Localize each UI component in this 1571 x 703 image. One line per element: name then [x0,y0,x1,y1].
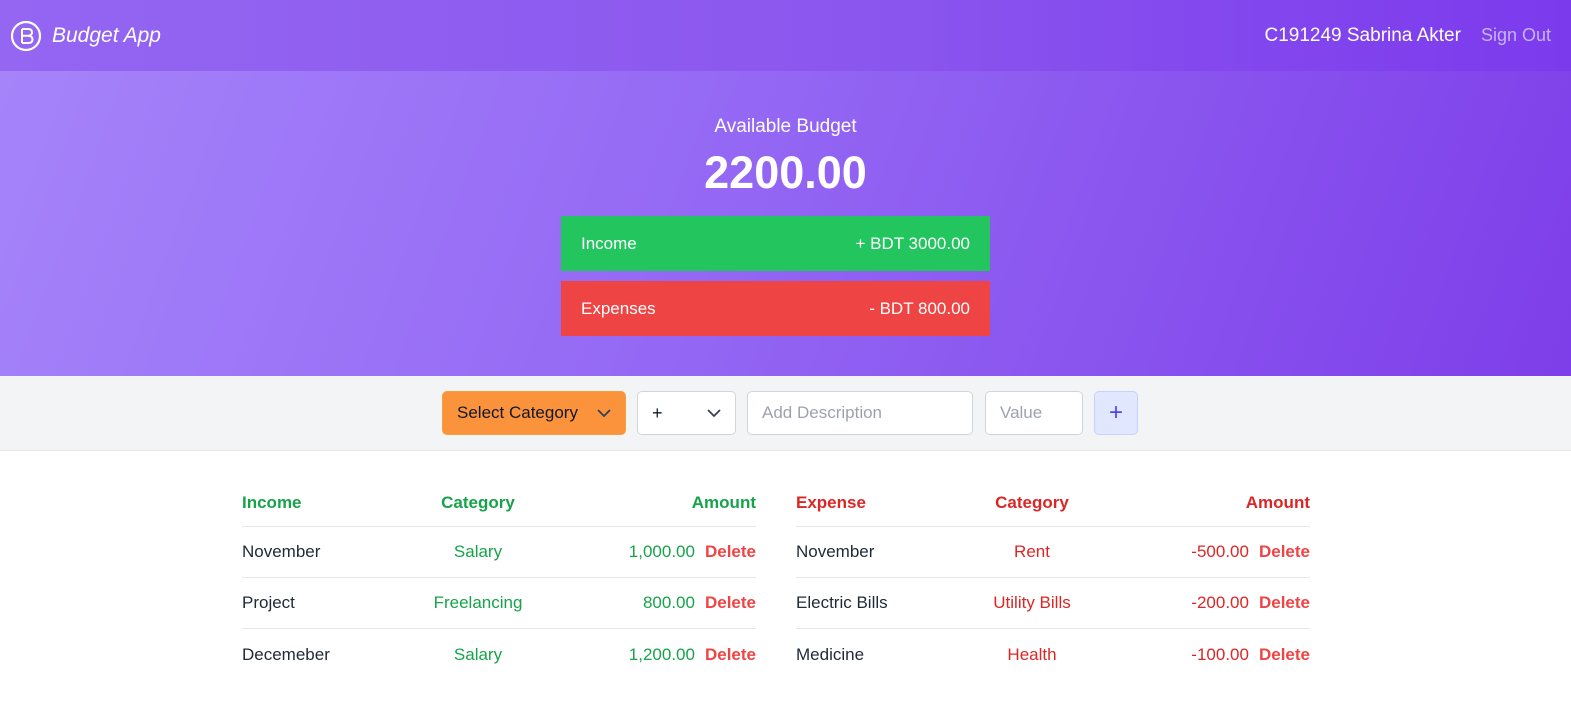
table-row: Decemeber Salary 1,200.00 Delete [242,629,756,680]
table-row: Medicine Health -100.00 Delete [796,629,1310,680]
table-header: Income Category Amount [242,480,756,527]
expense-table: Expense Category Amount November Rent -5… [796,480,1310,680]
expense-summary: Expenses - BDT 800.00 [561,281,990,336]
income-category: Salary [453,644,503,664]
table-row: Project Freelancing 800.00 Delete [242,578,756,629]
brand-name: Budget App [52,23,161,47]
table-header: Expense Category Amount [796,480,1310,527]
expense-amount: -200.00 [1191,593,1249,612]
income-amount: 1,000.00 [628,542,695,561]
income-name: Decemeber [242,644,330,664]
expense-amount: -100.00 [1191,644,1249,664]
delete-button[interactable]: Delete [1259,542,1310,562]
expense-category: Health [1007,644,1057,664]
income-amount: 800.00 [642,593,695,612]
delete-button[interactable]: Delete [705,645,756,665]
available-budget-amount: 2200.00 [704,147,867,198]
type-select-value: + [652,402,663,423]
plus-icon: + [1108,399,1123,426]
expense-category: Utility Bills [993,593,1071,612]
income-amount: 1,200.00 [628,644,695,664]
user-name: C191249 Sabrina Akter [1264,24,1461,46]
delete-button[interactable]: Delete [1259,593,1310,613]
expense-header: Expense [796,493,866,512]
income-summary-label: Income [581,233,637,253]
bitcoin-logo-icon [10,20,42,51]
description-input[interactable] [747,391,973,435]
table-row: Electric Bills Utility Bills -200.00 Del… [796,578,1310,629]
expense-amount: -500.00 [1191,542,1249,561]
expense-summary-value: - BDT 800.00 [869,298,970,318]
delete-button[interactable]: Delete [705,593,756,613]
income-table: Income Category Amount November Salary 1… [242,480,756,680]
table-row: November Salary 1,000.00 Delete [242,527,756,578]
available-budget-label: Available Budget [714,116,857,137]
income-header: Income [242,493,302,512]
category-header: Category [441,493,515,512]
category-header: Category [995,493,1069,512]
add-entry-form: Select Category + + [0,376,1571,451]
chevron-down-icon [707,408,721,417]
income-summary: Income + BDT 3000.00 [561,216,990,271]
income-name: Project [242,593,295,612]
brand[interactable]: Budget App [10,20,161,52]
navbar: Budget App C191249 Sabrina Akter Sign Ou… [0,0,1571,71]
expense-name: Electric Bills [796,593,888,612]
sign-out-link[interactable]: Sign Out [1481,25,1551,46]
expense-summary-label: Expenses [581,298,656,318]
expense-category: Rent [1014,542,1050,561]
table-row: November Rent -500.00 Delete [796,527,1310,578]
category-select[interactable]: Select Category [442,391,626,435]
chevron-down-icon [597,408,611,417]
income-name: November [242,542,321,561]
expense-name: November [796,542,875,561]
amount-header: Amount [691,493,756,512]
income-category: Salary [453,542,503,561]
income-category: Freelancing [433,593,523,612]
delete-button[interactable]: Delete [1259,645,1310,665]
expense-name: Medicine [796,644,865,664]
category-select-value: Select Category [457,403,578,422]
delete-button[interactable]: Delete [705,542,756,562]
income-summary-value: + BDT 3000.00 [855,233,970,253]
value-input[interactable] [985,391,1083,435]
type-select[interactable]: + [637,391,736,435]
budget-summary: Available Budget 2200.00 Income + BDT 30… [0,71,1571,376]
add-button[interactable]: + [1094,391,1138,435]
amount-header: Amount [1245,493,1310,512]
